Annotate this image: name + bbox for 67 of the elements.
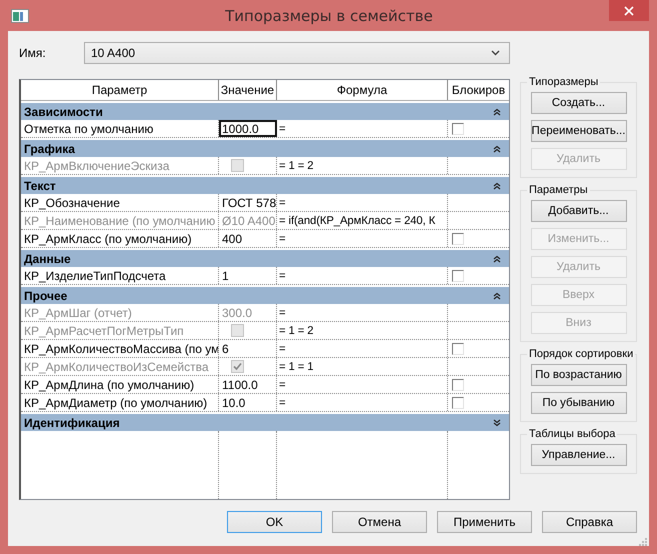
group-header[interactable]: Текст <box>21 177 509 194</box>
side-button[interactable]: Переименовать... <box>530 120 626 142</box>
dialog-button[interactable]: Справка <box>542 511 637 533</box>
value-cell[interactable]: 400 <box>219 230 277 247</box>
value-cell[interactable]: 10.0 <box>219 394 277 411</box>
group-header[interactable]: Идентификация <box>21 414 509 431</box>
value-cell: Ø10 A400 <box>219 212 277 229</box>
value-cell[interactable]: 1100.0 <box>219 376 277 393</box>
formula-cell: = if(and(КР_АрмКласс = 240, К <box>277 212 448 229</box>
formula-cell: = <box>277 194 448 211</box>
app-icon <box>11 8 29 22</box>
parameter-name: КР_ИзделиеТипПодсчета <box>21 267 219 284</box>
name-label: Имя: <box>19 46 47 60</box>
group-box-title: Таблицы выбора <box>528 428 616 440</box>
formula-cell: = <box>277 120 448 137</box>
parameter-name: КР_АрмДиаметр (по умолчанию) <box>21 394 219 411</box>
formula-cell: = <box>277 267 448 284</box>
name-dropdown[interactable]: 10 A400 <box>84 42 510 64</box>
parameter-name: КР_АрмДлина (по умолчанию) <box>21 376 219 393</box>
dialog-button[interactable]: Отмена <box>332 511 427 533</box>
side-button[interactable]: По убыванию <box>530 392 626 414</box>
parameter-name: КР_АрмШаг (отчет) <box>21 304 219 321</box>
parameter-name: КР_Обозначение <box>21 194 219 211</box>
side-button[interactable]: Управление... <box>530 444 626 466</box>
side-button[interactable]: Создать... <box>530 92 626 114</box>
group-header[interactable]: Данные <box>21 250 509 267</box>
group-box-title: Порядок сортировки <box>528 348 634 360</box>
formula-cell: = <box>277 304 448 321</box>
parameter-name: КР_АрмКласс (по умолчанию) <box>21 230 219 247</box>
formula-cell: = <box>277 230 448 247</box>
parameter-name: Отметка по умолчанию <box>21 120 219 137</box>
value-cell[interactable]: 6 <box>219 340 277 357</box>
formula-cell: = 1 = 2 <box>277 157 448 174</box>
dropdown-caret-icon <box>491 50 500 56</box>
window-title: Типоразмеры в семействе <box>224 6 434 24</box>
value-cell[interactable]: 1000.0 <box>219 120 277 137</box>
close-icon <box>624 6 634 16</box>
parameter-name: КР_АрмРасчетПогМетрыТип <box>21 322 219 339</box>
formula-cell: = 1 = 1 <box>277 358 448 375</box>
group-box-title: Параметры <box>528 184 589 196</box>
group-header[interactable]: Графика <box>21 140 509 157</box>
lock-checkbox[interactable] <box>452 122 464 134</box>
dialog-button[interactable]: Применить <box>437 511 532 533</box>
group-header[interactable]: Зависимости <box>21 103 509 120</box>
lock-checkbox[interactable] <box>452 232 464 244</box>
column-header: Значение <box>219 80 277 100</box>
parameter-name: КР_АрмВключениеЭскиза <box>21 157 219 174</box>
value-cell[interactable]: 1 <box>219 267 277 284</box>
parameter-name: КР_Наименование (по умолчанию <box>21 212 219 229</box>
group-header[interactable]: Прочее <box>21 287 509 304</box>
lock-checkbox[interactable] <box>452 270 464 282</box>
formula-cell: = <box>277 376 448 393</box>
formula-cell: = 1 = 2 <box>277 322 448 339</box>
lock-checkbox[interactable] <box>452 342 464 354</box>
formula-cell: = <box>277 394 448 411</box>
value-cell: 300.0 <box>219 304 277 321</box>
dialog-button[interactable]: OK <box>227 511 322 533</box>
close-button[interactable] <box>609 0 649 21</box>
side-button[interactable]: Добавить... <box>530 200 626 222</box>
lock-checkbox[interactable] <box>452 396 464 408</box>
side-button[interactable]: По возрастанию <box>530 364 626 386</box>
group-box-title: Типоразмеры <box>528 76 600 88</box>
value-cell[interactable]: ГОСТ 578 <box>219 194 277 211</box>
parameter-name: КР_АрмКоличествоИзСемейства <box>21 358 219 375</box>
formula-cell: = <box>277 340 448 357</box>
lock-checkbox[interactable] <box>452 378 464 390</box>
resize-grip-icon[interactable] <box>638 537 647 546</box>
